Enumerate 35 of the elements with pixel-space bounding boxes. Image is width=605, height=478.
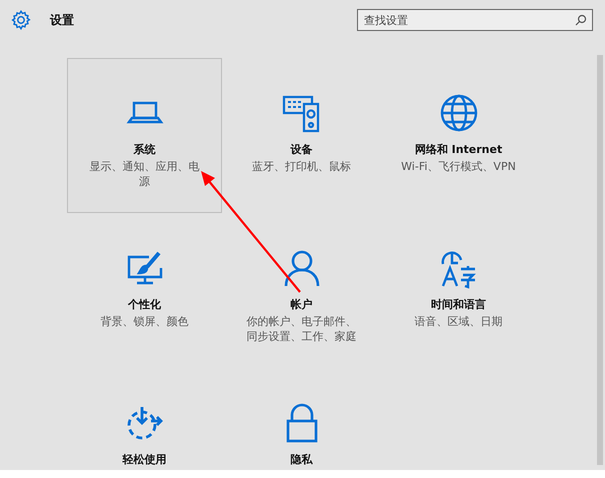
window-title: 设置 bbox=[50, 12, 74, 28]
settings-tile[interactable]: 轻松使用 bbox=[67, 368, 222, 470]
accessibility-icon bbox=[127, 406, 162, 440]
settings-tile[interactable]: 隐私 bbox=[224, 368, 379, 470]
globe-icon bbox=[440, 94, 477, 132]
paintbrush-monitor-icon bbox=[127, 252, 162, 284]
tile-title: 轻松使用 bbox=[122, 452, 166, 467]
settings-tile[interactable]: 网络和 Internet Wi-Fi、飞行模式、VPN bbox=[381, 58, 536, 213]
lock-icon bbox=[286, 404, 317, 442]
keyboard-speaker-icon bbox=[282, 96, 319, 132]
search-field[interactable]: 查找设置 bbox=[357, 9, 593, 31]
laptop-icon bbox=[126, 102, 163, 124]
tile-title: 个性化 bbox=[128, 297, 161, 312]
settings-icon bbox=[10, 9, 32, 31]
clock-language-icon bbox=[441, 252, 476, 289]
settings-tile[interactable]: 设备 蓝牙、打印机、鼠标 bbox=[224, 58, 379, 213]
settings-tile[interactable]: 时间和语言 语音、区域、日期 bbox=[381, 213, 536, 368]
settings-tile[interactable]: 系统 显示、通知、应用、电源 bbox=[67, 58, 222, 213]
tile-description: 语音、区域、日期 bbox=[414, 314, 504, 329]
tile-title: 设备 bbox=[290, 142, 312, 157]
tile-title: 帐户 bbox=[290, 297, 312, 312]
tile-description: 背景、锁屏、颜色 bbox=[100, 314, 190, 329]
settings-tile[interactable]: 帐户 你的帐户、电子邮件、同步设置、工作、家庭 bbox=[224, 213, 379, 368]
tile-description: 显示、通知、应用、电源 bbox=[88, 159, 200, 189]
tile-description: 你的帐户、电子邮件、同步设置、工作、家庭 bbox=[246, 314, 358, 344]
settings-tile[interactable]: 个性化 背景、锁屏、颜色 bbox=[67, 213, 222, 368]
tile-title: 系统 bbox=[134, 142, 156, 157]
tile-description: 蓝牙、打印机、鼠标 bbox=[251, 159, 352, 174]
tile-title: 网络和 Internet bbox=[414, 142, 502, 157]
tile-description: Wi-Fi、飞行模式、VPN bbox=[400, 159, 517, 174]
person-icon bbox=[284, 250, 319, 286]
tile-title: 隐私 bbox=[290, 452, 312, 467]
scrollbar[interactable] bbox=[597, 55, 603, 465]
tile-title: 时间和语言 bbox=[431, 297, 486, 312]
search-icon bbox=[575, 14, 587, 26]
